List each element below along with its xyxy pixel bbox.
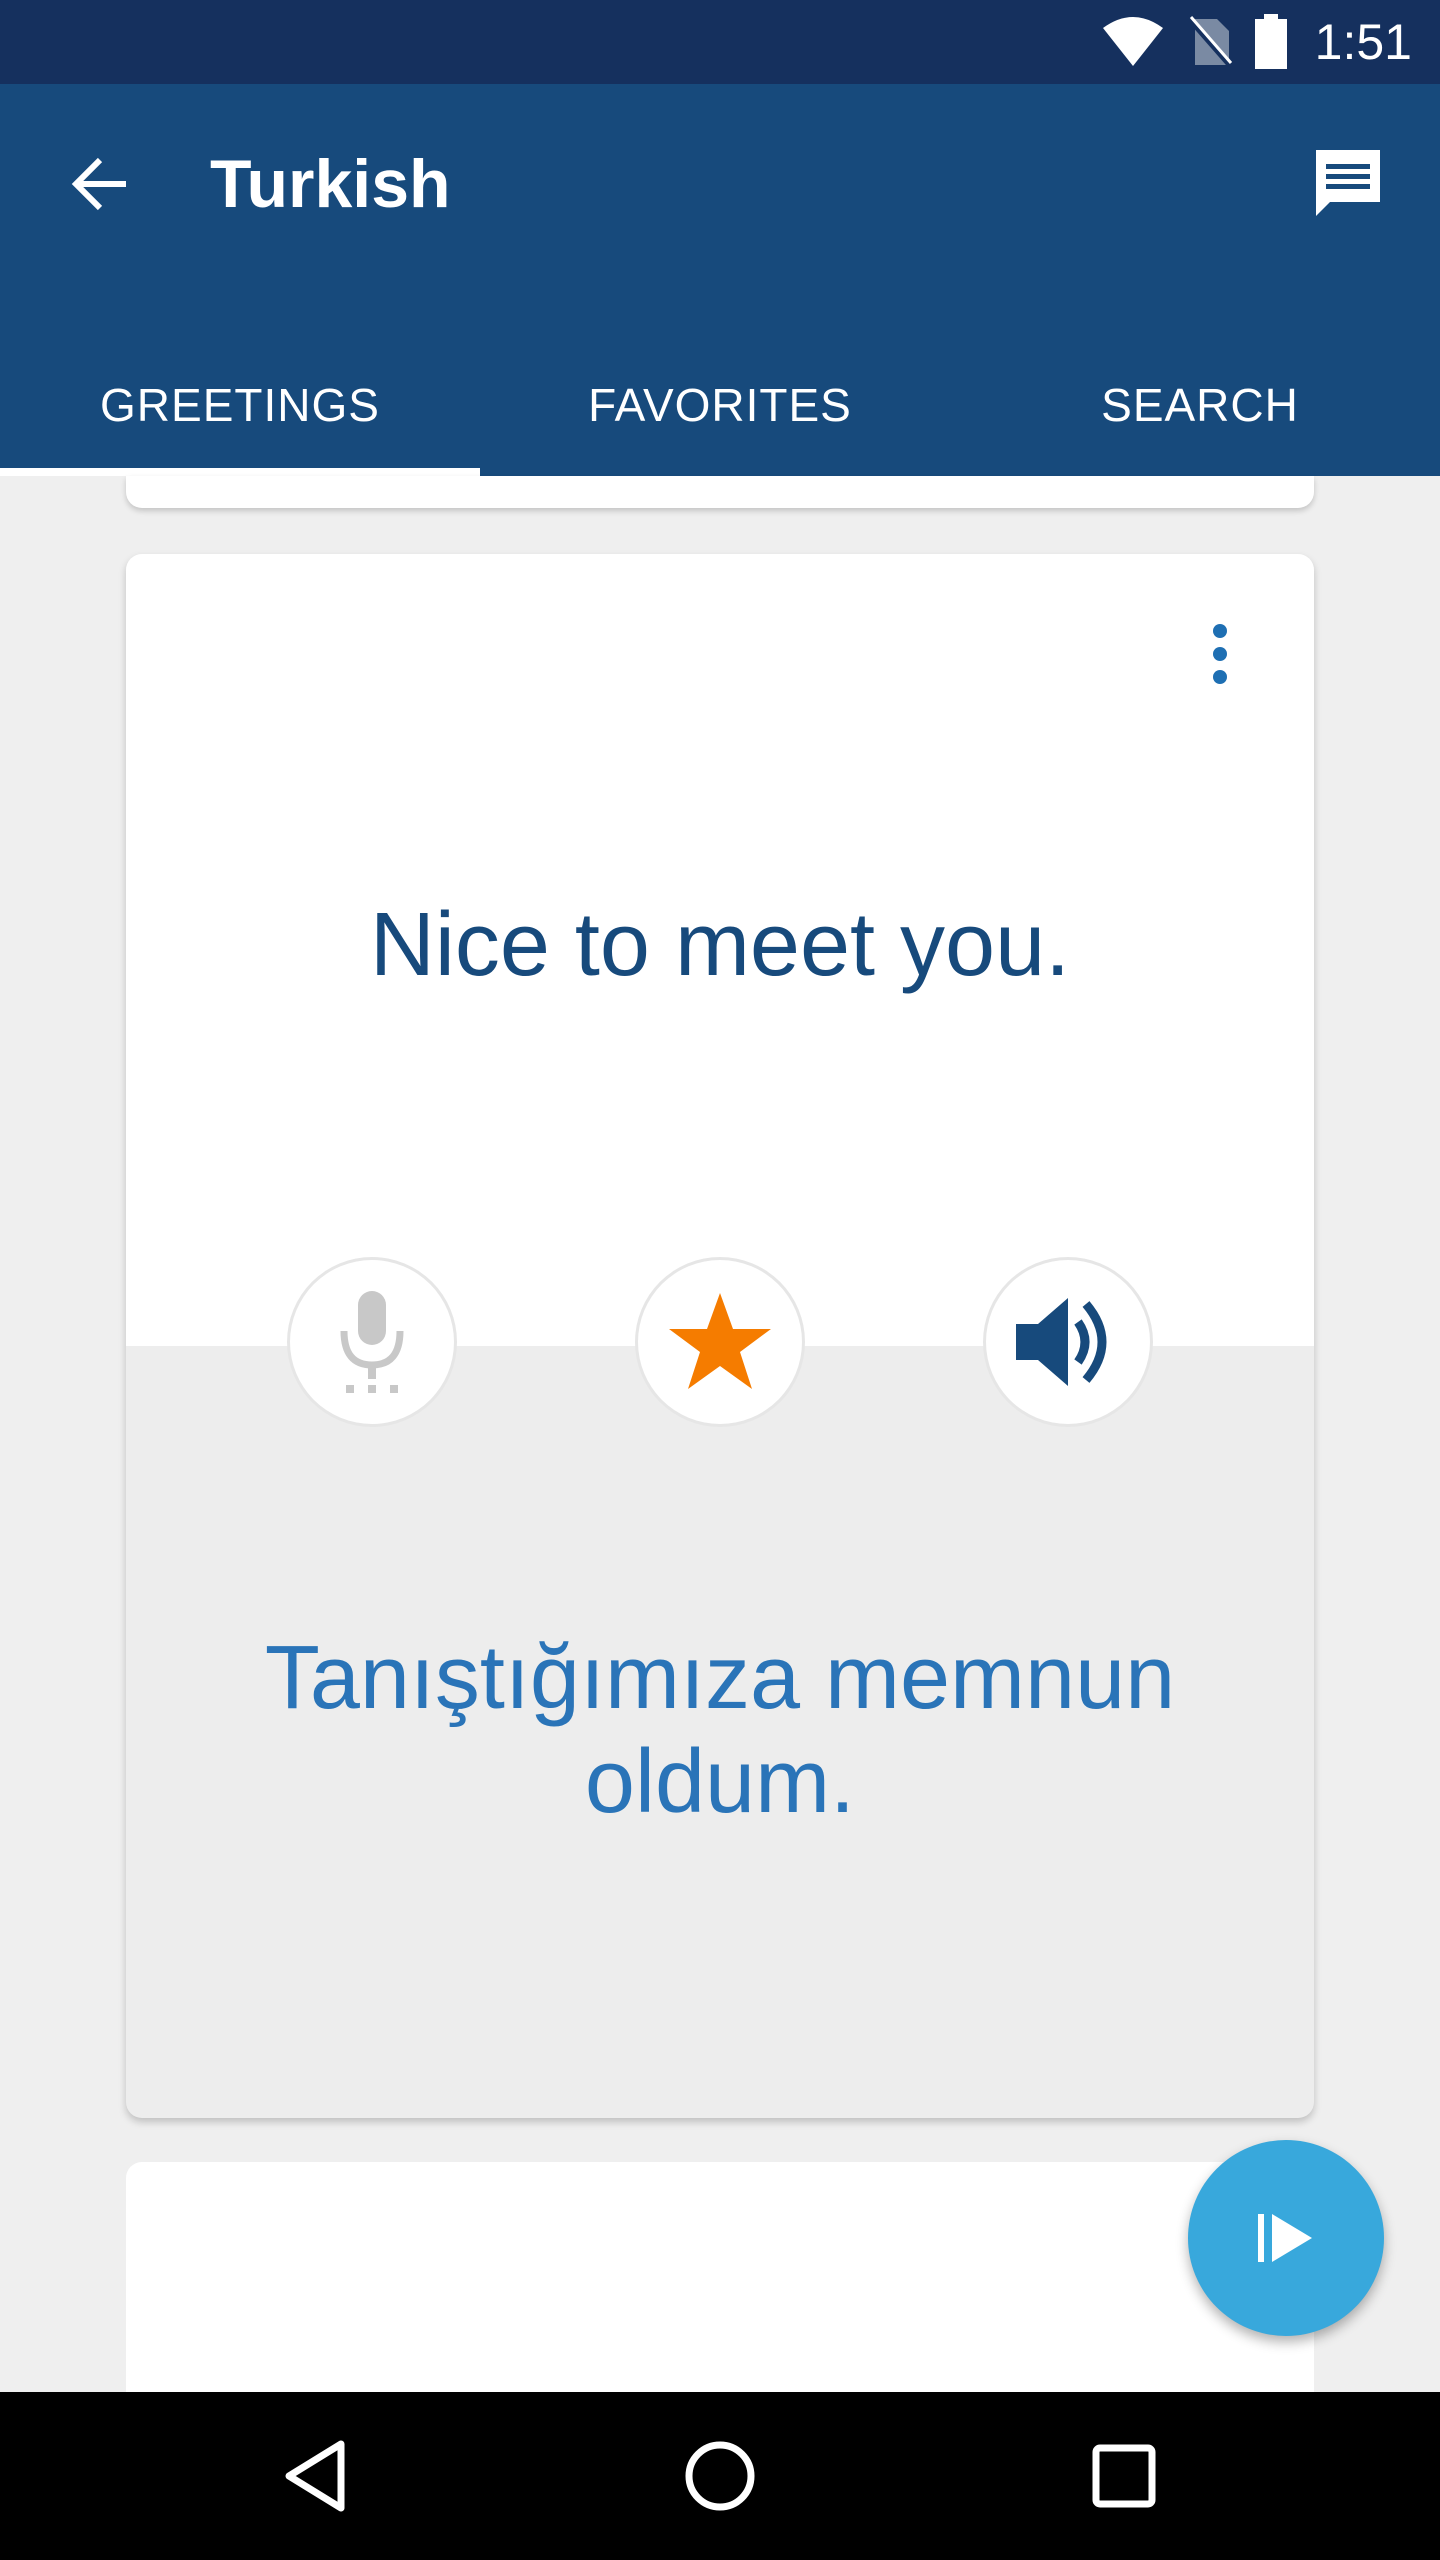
phrase-card[interactable]: Nice to meet you. Tanıştığımıza memnun o… [126,554,1314,2118]
tab-bar: GREETINGS FAVORITES SEARCH [0,334,1440,476]
tab-search[interactable]: SEARCH [960,334,1440,476]
battery-icon [1254,14,1287,69]
more-vert-icon[interactable] [1190,614,1250,694]
app-title: Turkish [210,146,451,222]
previous-card[interactable] [126,476,1314,508]
back-triangle-icon [285,2440,345,2512]
home-circle-icon [685,2441,755,2511]
status-time: 1:51 [1314,14,1412,70]
nav-back-button[interactable] [266,2426,366,2526]
back-button[interactable] [60,144,140,224]
nav-home-button[interactable] [670,2426,770,2526]
record-button[interactable] [290,1260,454,1424]
play-all-fab[interactable] [1188,2140,1384,2336]
status-icons: 1:51 [1101,0,1412,84]
feedback-button[interactable] [1304,140,1392,228]
system-nav-bar [0,2392,1440,2560]
chat-icon [1316,150,1380,216]
recents-square-icon [1092,2444,1156,2508]
microphone-icon [340,1291,404,1393]
star-icon [669,1293,771,1389]
phrase-text: Nice to meet you. [369,895,1071,995]
speaker-icon [1016,1298,1107,1386]
nav-recents-button[interactable] [1074,2426,1174,2526]
status-bar: 1:51 [0,0,1440,84]
tab-greetings[interactable]: GREETINGS [0,334,480,476]
app-bar: Turkish GREETINGS FAVORITES SEARCH [0,84,1440,476]
tab-favorites[interactable]: FAVORITES [480,334,960,476]
wifi-icon [1102,17,1163,66]
favorite-button[interactable] [638,1260,802,1424]
no-sim-icon [1186,16,1233,69]
next-card[interactable] [126,2162,1314,2402]
play-audio-button[interactable] [986,1260,1150,1424]
play-icon [1258,2214,1312,2262]
arrow-back-icon [71,157,126,211]
translation-text: Tanıştığımıza memnun oldum. [264,1628,1176,1832]
